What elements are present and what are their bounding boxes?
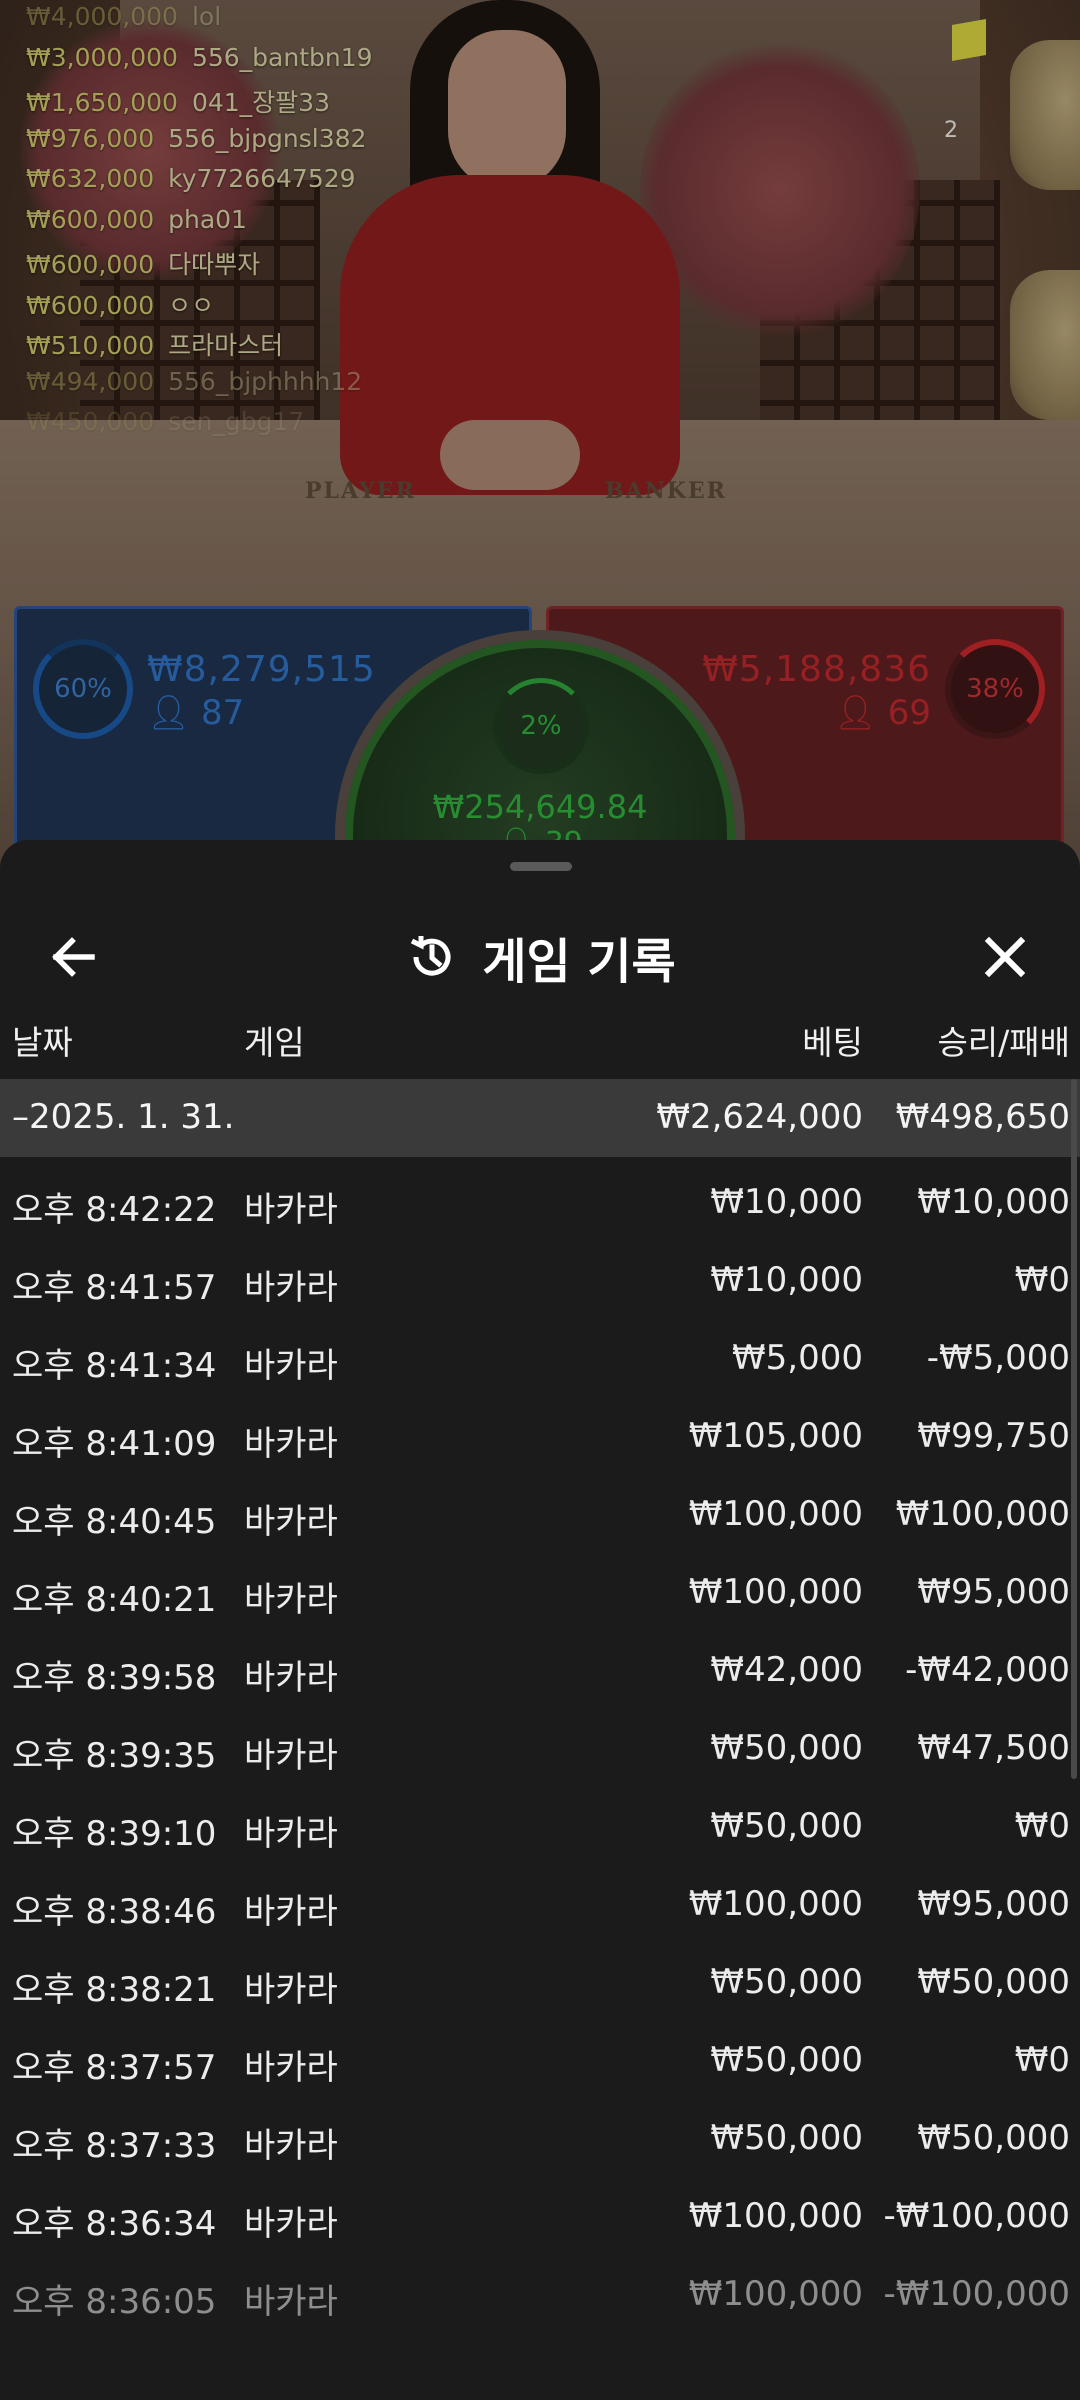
- column-date: 날짜: [12, 1023, 73, 1062]
- row-bet: ₩100,000: [688, 1494, 863, 1534]
- row-result: ₩0: [1014, 2040, 1070, 2080]
- row-bet: ₩100,000: [688, 2196, 863, 2236]
- history-row[interactable]: 오후 8:38:46 바카라 ₩100,000 ₩95,000: [0, 1866, 1080, 1944]
- row-game: 바카라: [244, 1190, 338, 1230]
- row-bet: ₩5,000: [732, 1338, 863, 1378]
- date-group-bet-total: ₩2,624,000: [656, 1097, 863, 1137]
- history-row[interactable]: 오후 8:42:22 바카라 ₩10,000 ₩10,000: [0, 1164, 1080, 1242]
- row-time: 오후 8:40:21: [12, 1580, 217, 1620]
- row-game: 바카라: [244, 1502, 338, 1542]
- history-row[interactable]: 오후 8:41:34 바카라 ₩5,000 -₩5,000: [0, 1320, 1080, 1398]
- drag-handle[interactable]: [510, 862, 572, 871]
- row-bet: ₩50,000: [710, 2040, 863, 2080]
- history-row[interactable]: 오후 8:41:57 바카라 ₩10,000 ₩0: [0, 1242, 1080, 1320]
- date-group-result-total: ₩498,650: [895, 1097, 1070, 1137]
- row-time: 오후 8:41:09: [12, 1424, 217, 1464]
- row-result: -₩100,000: [883, 2274, 1071, 2314]
- history-row[interactable]: 오후 8:37:33 바카라 ₩50,000 ₩50,000: [0, 2100, 1080, 2178]
- history-row[interactable]: 오후 8:40:21 바카라 ₩100,000 ₩95,000: [0, 1554, 1080, 1632]
- row-bet: ₩100,000: [688, 2274, 863, 2314]
- row-bet: ₩10,000: [710, 1182, 863, 1222]
- row-bet: ₩42,000: [710, 1650, 863, 1690]
- row-time: 오후 8:37:57: [12, 2048, 217, 2088]
- row-game: 바카라: [244, 2126, 338, 2166]
- row-game: 바카라: [244, 1580, 338, 1620]
- sheet-header: 게임 기록: [0, 900, 1080, 1030]
- row-result: ₩100,000: [895, 1494, 1070, 1534]
- row-time: 오후 8:39:35: [12, 1736, 217, 1776]
- row-game: 바카라: [244, 1970, 338, 2010]
- row-game: 바카라: [244, 1892, 338, 1932]
- row-result: ₩99,750: [917, 1416, 1070, 1456]
- row-result: ₩0: [1014, 1806, 1070, 1846]
- row-time: 오후 8:39:58: [12, 1658, 217, 1698]
- row-bet: ₩50,000: [710, 1806, 863, 1846]
- row-result: ₩10,000: [917, 1182, 1070, 1222]
- history-row[interactable]: 오후 8:41:09 바카라 ₩105,000 ₩99,750: [0, 1398, 1080, 1476]
- row-time: 오후 8:36:34: [12, 2204, 217, 2244]
- live-video-stream: PLAYER BANKER 2 ₩4,000,000 lol ₩3,000,000…: [0, 0, 1080, 880]
- row-result: ₩50,000: [917, 2118, 1070, 2158]
- row-bet: ₩50,000: [710, 1962, 863, 2002]
- row-time: 오후 8:42:22: [12, 1190, 217, 1230]
- column-bet: 베팅: [802, 1023, 863, 1062]
- row-result: ₩95,000: [917, 1884, 1070, 1924]
- row-game: 바카라: [244, 1346, 338, 1386]
- history-row[interactable]: 오후 8:36:34 바카라 ₩100,000 -₩100,000: [0, 2178, 1080, 2256]
- row-bet: ₩10,000: [710, 1260, 863, 1300]
- video-dim-overlay: [0, 0, 1080, 880]
- row-game: 바카라: [244, 1268, 338, 1308]
- row-result: ₩95,000: [917, 1572, 1070, 1612]
- history-table-header: 날짜 게임 베팅 승리/패배: [0, 1016, 1080, 1076]
- row-time: 오후 8:38:46: [12, 1892, 217, 1932]
- row-time: 오후 8:41:57: [12, 1268, 217, 1308]
- row-result: -₩100,000: [883, 2196, 1071, 2236]
- history-icon: [411, 936, 451, 976]
- sheet-title: 게임 기록: [482, 934, 676, 990]
- row-result: ₩47,500: [917, 1728, 1070, 1768]
- row-time: 오후 8:40:45: [12, 1502, 217, 1542]
- row-bet: ₩100,000: [688, 1884, 863, 1924]
- history-row[interactable]: 오후 8:36:05 바카라 ₩100,000 -₩100,000: [0, 2256, 1080, 2334]
- history-row[interactable]: 오후 8:39:10 바카라 ₩50,000 ₩0: [0, 1788, 1080, 1866]
- history-row[interactable]: 오후 8:40:45 바카라 ₩100,000 ₩100,000: [0, 1476, 1080, 1554]
- row-bet: ₩105,000: [688, 1416, 863, 1456]
- close-icon: [984, 936, 1026, 978]
- row-time: 오후 8:38:21: [12, 1970, 217, 2010]
- close-button[interactable]: [970, 922, 1040, 992]
- row-game: 바카라: [244, 1424, 338, 1464]
- row-time: 오후 8:41:34: [12, 1346, 217, 1386]
- row-result: -₩42,000: [905, 1650, 1070, 1690]
- history-row[interactable]: 오후 8:39:58 바카라 ₩42,000 -₩42,000: [0, 1632, 1080, 1710]
- row-time: 오후 8:39:10: [12, 1814, 217, 1854]
- row-result: ₩0: [1014, 1260, 1070, 1300]
- row-game: 바카라: [244, 2204, 338, 2244]
- row-game: 바카라: [244, 1814, 338, 1854]
- sheet-title-group: 게임 기록: [0, 922, 1080, 992]
- column-game: 게임: [244, 1023, 305, 1062]
- row-bet: ₩50,000: [710, 2118, 863, 2158]
- date-group-label: –2025. 1. 31.: [12, 1097, 235, 1137]
- row-result: ₩50,000: [917, 1962, 1070, 2002]
- date-group-row[interactable]: –2025. 1. 31. ₩2,624,000 ₩498,650: [0, 1079, 1080, 1157]
- row-game: 바카라: [244, 1736, 338, 1776]
- row-game: 바카라: [244, 2282, 338, 2322]
- row-game: 바카라: [244, 2048, 338, 2088]
- history-row[interactable]: 오후 8:37:57 바카라 ₩50,000 ₩0: [0, 2022, 1080, 2100]
- row-bet: ₩50,000: [710, 1728, 863, 1768]
- row-bet: ₩100,000: [688, 1572, 863, 1612]
- row-game: 바카라: [244, 1658, 338, 1698]
- row-time: 오후 8:36:05: [12, 2282, 217, 2322]
- column-result: 승리/패배: [937, 1023, 1070, 1062]
- row-time: 오후 8:37:33: [12, 2126, 217, 2166]
- history-row[interactable]: 오후 8:39:35 바카라 ₩50,000 ₩47,500: [0, 1710, 1080, 1788]
- history-row[interactable]: 오후 8:38:21 바카라 ₩50,000 ₩50,000: [0, 1944, 1080, 2022]
- row-result: -₩5,000: [926, 1338, 1070, 1378]
